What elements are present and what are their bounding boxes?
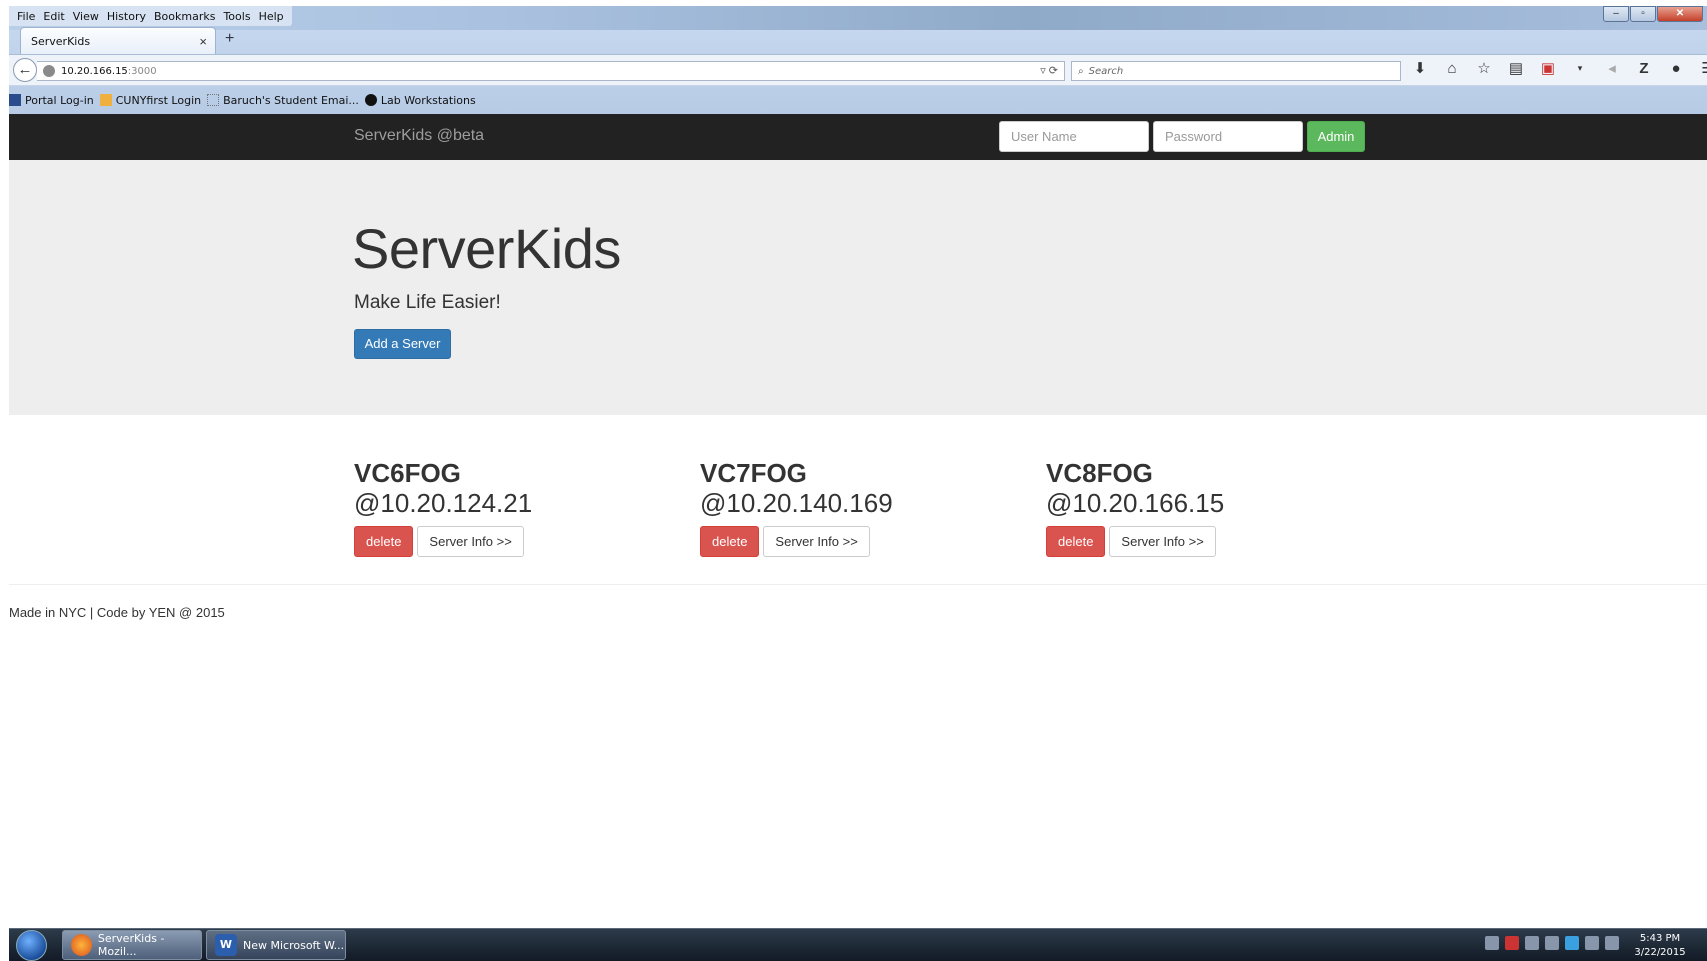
menu-bar: File Edit View History Bookmarks Tools H… (9, 6, 292, 26)
dropdown-icon[interactable]: ▾ (1571, 63, 1589, 74)
bookmark-label: CUNYfirst Login (115, 93, 202, 107)
server-ip: @10.20.140.169 (700, 488, 893, 518)
disk-icon[interactable] (1545, 936, 1559, 950)
server-actions: delete Server Info >> (1046, 526, 1216, 557)
app-navbar (9, 114, 1707, 160)
hero-title: ServerKids (352, 217, 621, 280)
bookmark-label: Lab Workstations (380, 93, 476, 107)
menu-bookmarks[interactable]: Bookmarks (150, 10, 219, 23)
close-tab-icon[interactable]: × (199, 34, 207, 49)
taskbar-clock[interactable]: 5:43 PM 3/22/2015 (1626, 932, 1694, 960)
hero-subtitle: Make Life Easier! (354, 292, 501, 313)
clock-time: 5:43 PM (1639, 933, 1681, 944)
tab-serverkids[interactable]: ServerKids × (20, 27, 216, 54)
volume-icon[interactable] (1605, 936, 1619, 950)
bookmark-baruch-email[interactable]: Baruch's Student Emai... (207, 94, 359, 107)
brand-link[interactable]: ServerKids @beta (354, 127, 484, 145)
search-placeholder: Search (1088, 65, 1124, 77)
admin-button[interactable]: Admin (1307, 121, 1365, 152)
server-name: VC8FOG (1046, 458, 1153, 488)
bookmark-star-icon[interactable]: ☆ (1475, 59, 1493, 77)
taskbar-label: New Microsoft W... (243, 938, 345, 952)
bookmark-label: Portal Log-in (25, 93, 94, 107)
add-server-button[interactable]: Add a Server (354, 329, 451, 359)
taskbar-label: ServerKids - Mozil... (97, 932, 165, 958)
maximize-button[interactable]: ▫ (1630, 6, 1656, 22)
network-app-icon[interactable] (1525, 936, 1539, 950)
minimize-button[interactable]: – (1603, 6, 1629, 22)
home-icon[interactable]: ⌂ (1443, 60, 1461, 77)
delete-button[interactable]: delete (354, 526, 414, 557)
bookmarks-toolbar: Portal Log-in CUNYfirst Login Baruch's S… (9, 90, 476, 110)
close-window-button[interactable]: ✕ (1657, 6, 1703, 22)
system-tray (1485, 936, 1619, 950)
send-icon[interactable]: ◂ (1603, 59, 1621, 77)
server-info-button[interactable]: Server Info >> (763, 526, 870, 557)
server-name: VC7FOG (700, 458, 807, 488)
bookmark-cunyfirst[interactable]: CUNYfirst Login (99, 93, 202, 107)
clock-date: 3/22/2015 (1634, 947, 1686, 958)
username-input[interactable]: User Name (999, 121, 1149, 152)
server-card: VC7FOG @10.20.140.169 delete Server Info… (700, 458, 1020, 557)
url-host: 10.20.166.15 (61, 65, 128, 77)
server-ip: @10.20.166.15 (1046, 488, 1225, 518)
window-controls: – ▫ ✕ (1603, 6, 1703, 22)
menu-history[interactable]: History (103, 10, 150, 23)
bookmark-label: Baruch's Student Emai... (223, 93, 359, 107)
delete-button[interactable]: delete (700, 526, 760, 557)
menu-icon[interactable]: ☰ (1699, 59, 1707, 77)
page-icon (207, 94, 220, 106)
word-icon: W (215, 934, 237, 956)
search-icon: ⌕ (1078, 65, 1084, 77)
downloads-icon[interactable]: ⬇ (1411, 59, 1429, 77)
zotero-icon[interactable]: Z (1635, 60, 1653, 77)
menu-file[interactable]: File (13, 10, 39, 23)
server-card: VC8FOG @10.20.166.15 delete Server Info … (1046, 458, 1366, 557)
delete-button[interactable]: delete (1046, 526, 1106, 557)
reload-icon[interactable]: ▿ ⟳ (1040, 64, 1058, 77)
firefox-icon (71, 934, 92, 956)
site-identity-icon[interactable] (43, 65, 55, 77)
server-actions: delete Server Info >> (354, 526, 524, 557)
hero-section (9, 160, 1707, 415)
cuny-icon (99, 94, 112, 106)
server-info-button[interactable]: Server Info >> (417, 526, 524, 557)
flag-icon[interactable] (1485, 936, 1499, 950)
chat-icon[interactable]: ● (1667, 60, 1685, 77)
password-input[interactable]: Password (1153, 121, 1303, 152)
tab-strip: ServerKids × + (9, 26, 1707, 54)
portal-icon (9, 94, 21, 106)
menu-help[interactable]: Help (255, 10, 288, 23)
tab-title: ServerKids (31, 34, 91, 48)
server-ip: @10.20.124.21 (354, 488, 533, 518)
taskbar-word[interactable]: W New Microsoft W... (206, 930, 346, 960)
antivirus-icon[interactable] (1505, 936, 1519, 950)
network-icon[interactable] (1585, 936, 1599, 950)
back-button[interactable]: ← (13, 58, 37, 82)
start-button[interactable] (16, 930, 47, 961)
lab-icon (364, 94, 377, 106)
menu-edit[interactable]: Edit (39, 10, 68, 23)
server-name: VC6FOG (354, 458, 461, 488)
server-actions: delete Server Info >> (700, 526, 870, 557)
server-card: VC6FOG @10.20.124.21 delete Server Info … (354, 458, 674, 557)
footer-divider (9, 584, 1707, 585)
menu-tools[interactable]: Tools (219, 10, 254, 23)
reading-list-icon[interactable]: ▤ (1507, 59, 1525, 77)
address-bar[interactable]: 10.20.166.15 :3000 ▿ ⟳ (37, 61, 1065, 81)
server-info-button[interactable]: Server Info >> (1109, 526, 1216, 557)
taskbar-firefox[interactable]: ServerKids - Mozil... (62, 930, 202, 960)
search-input[interactable]: ⌕ Search (1071, 61, 1401, 81)
addon-icon[interactable]: ▣ (1539, 59, 1557, 77)
url-port: :3000 (127, 65, 157, 77)
new-tab-icon[interactable]: + (225, 30, 234, 48)
footer-text: Made in NYC | Code by YEN @ 2015 (9, 605, 225, 620)
display-icon[interactable] (1565, 936, 1579, 950)
toolbar-icons: ⬇ ⌂ ☆ ▤ ▣ ▾ ◂ Z ● ☰ (1411, 59, 1707, 78)
bookmark-portal[interactable]: Portal Log-in (9, 94, 94, 107)
bookmark-lab-workstations[interactable]: Lab Workstations (364, 93, 476, 107)
menu-view[interactable]: View (69, 10, 103, 23)
